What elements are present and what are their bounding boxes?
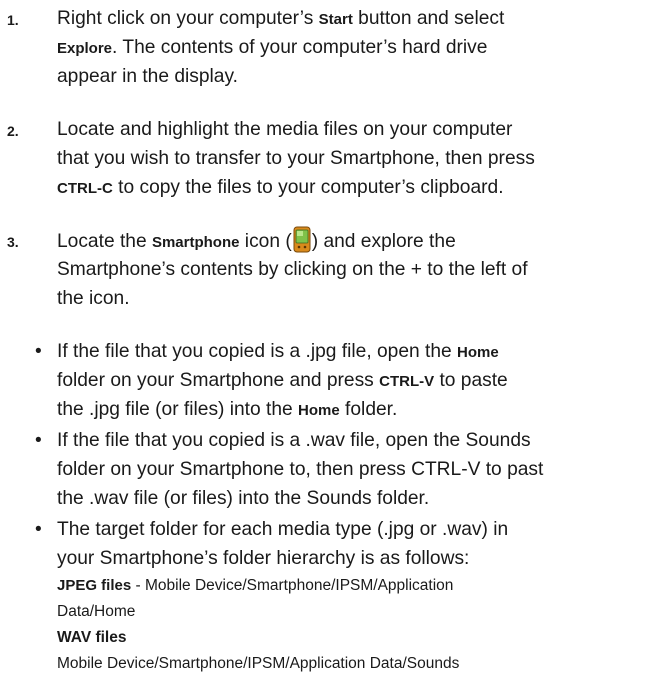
bullet-text: If the file that you copied is a .jpg fi… [57, 341, 508, 420]
step-number: 2. [7, 123, 19, 139]
jpeg-path: JPEG files - Mobile Device/Smartphone/IP… [57, 577, 454, 594]
bullet-text: The target folder for each media type (.… [57, 515, 653, 677]
ctrl-v-term: CTRL-V [379, 373, 435, 390]
bullet-symbol: • [35, 430, 42, 451]
explore-term: Explore [57, 40, 113, 57]
wav-path: Mobile Device/Smartphone/IPSM/Applicatio… [57, 655, 460, 672]
step-text: Right click on your computer’s Start but… [57, 8, 505, 87]
smartphone-icon [293, 226, 311, 253]
start-term: Start [318, 11, 353, 28]
home-term: Home [457, 344, 499, 361]
ctrl-c-term: CTRL-C [57, 180, 113, 197]
wav-label: WAV files [57, 629, 127, 646]
bullet-symbol: • [35, 519, 42, 540]
step-number: 3. [7, 234, 19, 250]
step-text: Locate and highlight the media files on … [57, 119, 535, 198]
bullet-symbol: • [35, 341, 42, 362]
jpeg-path-cont: Data/Home [57, 603, 136, 620]
jpeg-label: JPEG files [57, 577, 132, 594]
bullet-text: If the file that you copied is a .wav fi… [57, 430, 544, 509]
document-page: 1. Right click on your computer’s Start … [0, 0, 653, 696]
smartphone-term: Smartphone [151, 234, 240, 251]
step-text: Locate the Smartphone icon ( ) and explo… [57, 226, 653, 313]
home-term: Home [298, 402, 340, 419]
step-number: 1. [7, 12, 19, 28]
